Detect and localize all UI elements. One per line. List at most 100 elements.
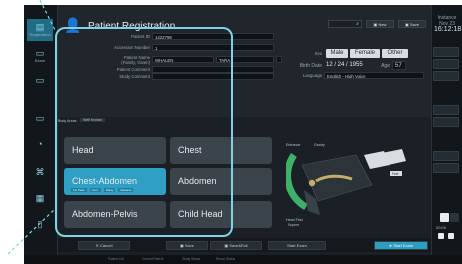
sidebar-item-4[interactable]: ▭	[27, 107, 53, 129]
speaker-icon[interactable]	[448, 233, 454, 239]
registration-form: 👤 Patient Registration ⌕ ▣ New ▣ Save Pa…	[58, 5, 432, 117]
sidebar-item-7[interactable]: ▦	[27, 187, 53, 209]
accession-field[interactable]: 1	[152, 44, 274, 51]
protocol-head-button[interactable]: Head	[64, 137, 166, 164]
protocol-chest-abdomen-button[interactable]: Chest-Abdomen 1st Pass Cont. Delay Relea…	[64, 168, 166, 195]
status-item[interactable]: Recon Status	[216, 257, 235, 261]
sex-label: Sex	[314, 51, 322, 56]
study-comment-label: Study Comment	[119, 74, 150, 79]
given-name-field[interactable]: TARA	[216, 56, 274, 63]
position-label: Supine	[288, 223, 300, 227]
status-item[interactable]: Current Patient	[142, 257, 163, 261]
patient-name-sublabel: (Family, Given)	[121, 60, 150, 65]
save-exit-button[interactable]: ▣ Save&Exit	[210, 241, 262, 250]
cancel-label: Cancel	[100, 243, 113, 248]
protocol-label: Head	[72, 145, 94, 155]
right-sidebar: Instance Nov 23 16:12:18 00:00	[431, 5, 462, 264]
sidebar-item-8[interactable]: ▯	[27, 213, 53, 235]
entrance-label: Entrance	[286, 143, 301, 147]
right-tool-button[interactable]	[433, 117, 459, 127]
bottom-time: 00:00	[436, 225, 447, 230]
patient-icon: 👤	[64, 17, 82, 33]
search-icon: ⌕	[356, 21, 359, 27]
patient-table-illustration: Feet	[286, 149, 406, 215]
right-tool-button[interactable]	[433, 151, 459, 161]
age-field[interactable]: 57	[392, 61, 406, 70]
sidebar-item-exam[interactable]: ▭ Exam	[27, 45, 53, 67]
folder-icon: ▯	[37, 218, 43, 229]
feet-label: Feet	[392, 172, 398, 176]
sidebar-item-5[interactable]: ◔	[27, 133, 53, 155]
subprotocol-tag[interactable]: Delay	[103, 188, 116, 192]
name-expand-button[interactable]	[276, 56, 282, 63]
gantry-label: Gantry	[314, 143, 325, 147]
patient-comment-label: Patient Comment	[116, 67, 150, 72]
save-button[interactable]: ▣ Save	[166, 241, 208, 250]
subprotocol-tag[interactable]: Cont.	[89, 188, 101, 192]
subprotocol-tag[interactable]: Release	[118, 188, 134, 192]
save-exit-icon: ▣	[224, 243, 229, 248]
birth-date-label: Birth Date	[299, 63, 322, 69]
sidebar-item-3[interactable]: ▭	[27, 69, 53, 91]
protocol-child-head-button[interactable]: Child Head	[170, 201, 272, 228]
protocol-abdomen-pelvis-button[interactable]: Abdomen-Pelvis	[64, 201, 166, 228]
stop-button[interactable]	[440, 213, 449, 222]
monitor-icon: ▭	[35, 48, 45, 58]
right-tool-button[interactable]	[433, 105, 459, 115]
gantry-ring	[286, 153, 308, 211]
study-comment-field[interactable]	[152, 73, 274, 80]
grid-icon: ▦	[35, 192, 45, 203]
search-field[interactable]: ⌕	[328, 20, 362, 28]
monitor-icon: ▭	[35, 112, 45, 123]
arrow-right-icon: ➤	[388, 243, 393, 248]
protocol-label: Chest-Abdomen	[72, 176, 138, 186]
protocol-abdomen-button[interactable]: Abdomen	[170, 168, 272, 195]
gauge-icon: ◔	[37, 138, 43, 149]
status-item[interactable]: Patient List	[108, 257, 124, 261]
language-select[interactable]: English - High Voice	[324, 72, 424, 79]
subprotocol-tag[interactable]: 1st Pass	[71, 188, 87, 192]
orientation-label: Head First	[286, 218, 303, 222]
save-label: Save	[184, 243, 195, 248]
cancel-button[interactable]: ✕ Cancel	[78, 241, 130, 250]
protocol-chest-button[interactable]: Chest	[170, 137, 272, 164]
sidebar-item-6[interactable]: ⌘	[27, 161, 53, 183]
sex-other-button[interactable]: Other	[382, 49, 408, 58]
sidebar-item-label: Exam	[34, 58, 46, 63]
status-bar: Patient List Current Patient Study Statu…	[24, 255, 462, 264]
save-top-button-label: Save	[409, 22, 420, 27]
patient-comment-field[interactable]	[152, 66, 274, 73]
save-top-button[interactable]: ▣ Save	[398, 20, 426, 28]
go-label: Start Exam	[393, 243, 414, 248]
patient-id-field[interactable]: 1422798	[152, 33, 274, 40]
protocol-label: Child Head	[178, 209, 223, 219]
sidebar-item-registration[interactable]: ▤ Registration	[27, 19, 53, 41]
new-button[interactable]: ▣ New	[366, 20, 394, 28]
start-exam-button[interactable]: ➤ Start Exam	[374, 241, 428, 250]
right-tool-button[interactable]	[433, 59, 459, 69]
accession-label: Accession Number	[113, 45, 150, 50]
new-button-label: New	[378, 22, 387, 27]
clock: Instance Nov 23 16:12:18	[434, 15, 462, 33]
right-tool-button[interactable]	[433, 163, 459, 173]
start-exam-label: Start Exam	[287, 243, 307, 248]
app-screen: ▤ Registration ▭ Exam ▭ ▭ ◔ ⌘ ▦ ▯ 👤 Pati…	[24, 5, 462, 264]
sex-female-button[interactable]: Female	[350, 49, 380, 58]
birth-date-field[interactable]: 12 / 24 / 1955	[324, 61, 370, 70]
patient-id-label: Patient ID	[131, 34, 150, 39]
grid-button[interactable]	[450, 213, 459, 222]
patient-head	[308, 179, 316, 187]
family-name-field[interactable]: WHALEN	[152, 56, 214, 63]
mic-icon[interactable]	[438, 233, 444, 239]
status-item[interactable]: Study Status	[182, 257, 200, 261]
save-exit-label: Save&Exit	[229, 243, 248, 248]
clock-time: 16:12:18	[434, 26, 462, 33]
right-tool-button[interactable]	[433, 47, 459, 57]
start-exam-secondary-button[interactable]: Start Exam	[268, 241, 326, 250]
tab-well-known[interactable]: Well Known	[80, 118, 105, 122]
save-icon: ▣	[179, 243, 184, 248]
sex-male-button[interactable]: Male	[326, 49, 348, 58]
sidebar-item-label: Registration	[29, 32, 51, 37]
left-sidebar: ▤ Registration ▭ Exam ▭ ▭ ◔ ⌘ ▦ ▯	[24, 5, 58, 264]
right-tool-button[interactable]	[433, 71, 459, 81]
